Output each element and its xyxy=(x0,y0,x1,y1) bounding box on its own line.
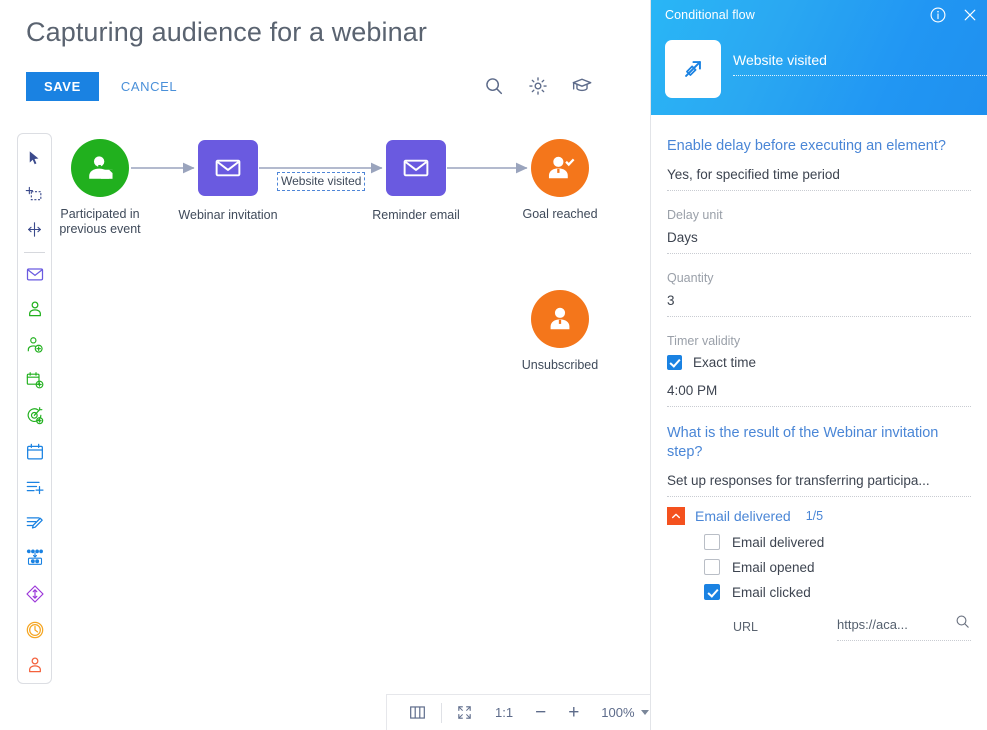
close-icon[interactable] xyxy=(961,6,979,24)
url-label: URL xyxy=(733,620,759,634)
result-hint-value[interactable]: Set up responses for transferring partic… xyxy=(667,472,971,497)
response-option-label: Email clicked xyxy=(732,584,811,600)
timer-validity-group: Timer validity Exact time 4:00 PM xyxy=(667,334,971,407)
timer-validity-label: Timer validity xyxy=(667,334,741,348)
node-icon-wrap[interactable] xyxy=(531,139,589,197)
response-option-label: Email delivered xyxy=(732,534,825,550)
result-question-label: What is the result of the Webinar invita… xyxy=(667,425,939,460)
panel-header: Conditional flow Website visited xyxy=(651,0,987,115)
response-option-label: Email opened xyxy=(732,559,815,575)
panel-header-icons xyxy=(929,6,979,24)
flow-node-reminder-email[interactable]: Reminder email xyxy=(372,140,460,222)
delay-unit-select[interactable]: Days xyxy=(667,229,971,254)
panel-kicker: Conditional flow xyxy=(665,8,755,22)
response-option-row[interactable]: Email delivered xyxy=(704,534,971,550)
quantity-label: Quantity xyxy=(667,271,714,285)
delay-answer-select[interactable]: Yes, for specified time period xyxy=(667,166,971,191)
envelope-icon xyxy=(215,159,241,177)
response-option-row[interactable]: Email opened xyxy=(704,559,971,575)
element-name-value: Website visited xyxy=(733,52,827,68)
chevron-down-icon xyxy=(640,710,649,715)
exact-time-checkbox[interactable] xyxy=(667,355,682,370)
zoom-level-value: 100% xyxy=(601,705,635,720)
panel-body: Enable delay before executing an element… xyxy=(651,115,987,730)
node-label: Goal reached xyxy=(522,207,598,221)
delay-question-group: Enable delay before executing an element… xyxy=(667,137,971,191)
node-icon-wrap[interactable] xyxy=(531,290,589,348)
automation-builder-screen: Capturing audience for a webinar SAVE CA… xyxy=(0,0,987,730)
result-question-group: What is the result of the Webinar invita… xyxy=(667,424,971,497)
email-opened-checkbox[interactable] xyxy=(704,559,720,575)
exact-time-row[interactable]: Exact time xyxy=(667,355,971,370)
flow-node-goal-reached[interactable]: Goal reached xyxy=(522,139,598,221)
url-row: URL https://aca... xyxy=(667,613,971,641)
quantity-input[interactable]: 3 xyxy=(667,292,971,317)
email-delivered-checkbox[interactable] xyxy=(704,534,720,550)
delay-question-label: Enable delay before executing an element… xyxy=(667,138,946,154)
person-document-icon xyxy=(89,156,113,179)
url-value: https://aca... xyxy=(837,616,908,632)
zoom-divider xyxy=(441,702,442,723)
connector-label-website-visited[interactable]: Website visited xyxy=(277,172,366,191)
flow-diagram: Participated in previous event Webinar i… xyxy=(0,0,650,690)
chevron-up-icon[interactable] xyxy=(667,507,685,525)
delay-unit-group: Delay unit Days xyxy=(667,208,971,254)
element-name-field[interactable]: Website visited xyxy=(733,52,987,76)
arrow-diagonal-icon xyxy=(685,61,701,77)
node-icon-wrap[interactable] xyxy=(386,140,446,196)
info-icon[interactable] xyxy=(929,6,947,24)
node-icon-wrap[interactable] xyxy=(71,139,129,197)
envelope-icon xyxy=(403,159,429,177)
flow-node-participated[interactable]: Participated in previous event xyxy=(59,139,141,236)
person-check-icon xyxy=(548,156,575,179)
exact-time-label: Exact time xyxy=(693,355,757,370)
url-input[interactable]: https://aca... xyxy=(837,613,971,641)
accordion-count: 1/5 xyxy=(805,509,824,523)
response-option-row[interactable]: Email clicked xyxy=(704,584,971,600)
exact-time-input[interactable]: 4:00 PM xyxy=(667,382,971,407)
flow-node-unsubscribed[interactable]: Unsubscribed xyxy=(522,290,598,372)
element-type-badge xyxy=(665,40,721,98)
flow-node-webinar-invitation[interactable]: Webinar invitation xyxy=(178,140,278,222)
node-label: Participated in previous event xyxy=(59,207,141,236)
search-icon[interactable] xyxy=(954,613,971,635)
properties-panel: Conditional flow Website visited Enable … xyxy=(650,0,987,730)
zoom-one-to-one-button[interactable]: 1:1 xyxy=(484,695,524,730)
node-label: Unsubscribed xyxy=(521,358,599,372)
zoom-out-button[interactable]: − xyxy=(524,695,557,730)
panels-icon[interactable] xyxy=(397,695,438,730)
email-delivered-accordion: Email delivered 1/5 Email delivered Emai… xyxy=(667,507,971,641)
person-icon xyxy=(550,307,570,330)
canvas-area: Capturing audience for a webinar SAVE CA… xyxy=(0,0,650,730)
delay-unit-label: Delay unit xyxy=(667,208,723,222)
response-option-list: Email delivered Email opened Email click… xyxy=(667,534,971,600)
quantity-group: Quantity 3 xyxy=(667,271,971,317)
accordion-title: Email delivered xyxy=(695,508,791,524)
node-label: Reminder email xyxy=(372,208,460,222)
zoom-toolbar: 1:1 − + 100% xyxy=(386,694,650,730)
field-underline xyxy=(733,75,987,76)
fit-screen-icon[interactable] xyxy=(445,695,484,730)
accordion-header[interactable]: Email delivered 1/5 xyxy=(667,507,971,525)
node-icon-wrap[interactable] xyxy=(198,140,258,196)
email-clicked-checkbox[interactable] xyxy=(704,584,720,600)
zoom-in-button[interactable]: + xyxy=(557,695,590,730)
zoom-level-dropdown[interactable]: 100% xyxy=(590,695,650,730)
node-label: Webinar invitation xyxy=(178,208,278,222)
